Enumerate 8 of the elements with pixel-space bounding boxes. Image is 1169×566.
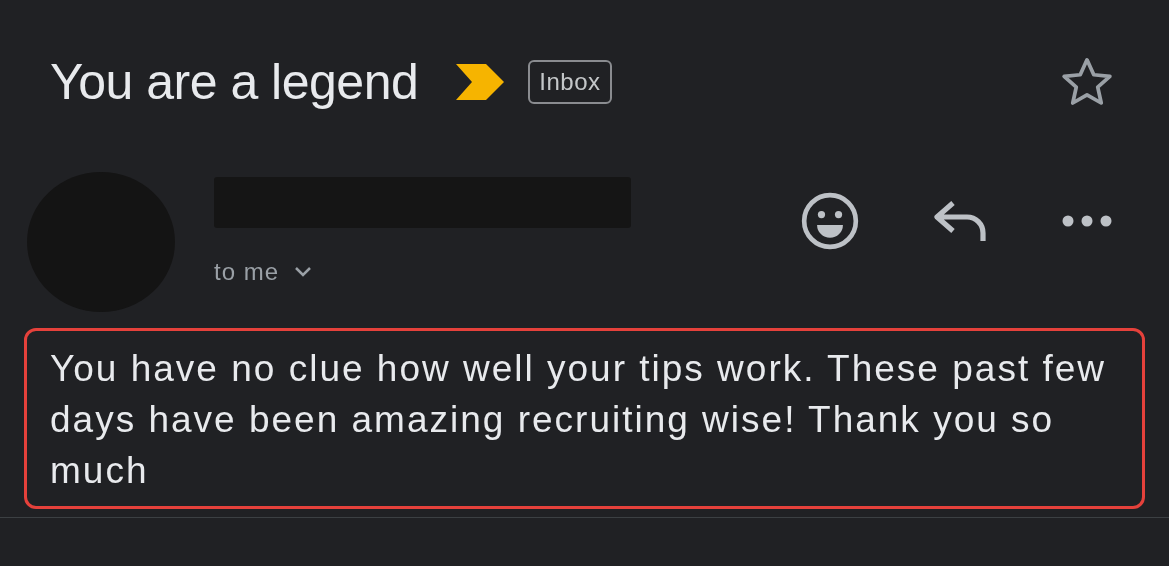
importance-marker-icon[interactable]: [454, 62, 507, 102]
emoji-icon[interactable]: [799, 190, 861, 252]
inbox-label[interactable]: Inbox: [528, 60, 612, 104]
recipient-toggle[interactable]: to me: [214, 258, 631, 286]
email-subject: You are a legend: [50, 53, 419, 111]
more-icon[interactable]: [1061, 214, 1113, 228]
chevron-down-icon[interactable]: [293, 266, 314, 278]
email-body: You have no clue how well your tips work. These past few days have been amazing recruiting wise! Thank you so much: [50, 347, 1108, 493]
